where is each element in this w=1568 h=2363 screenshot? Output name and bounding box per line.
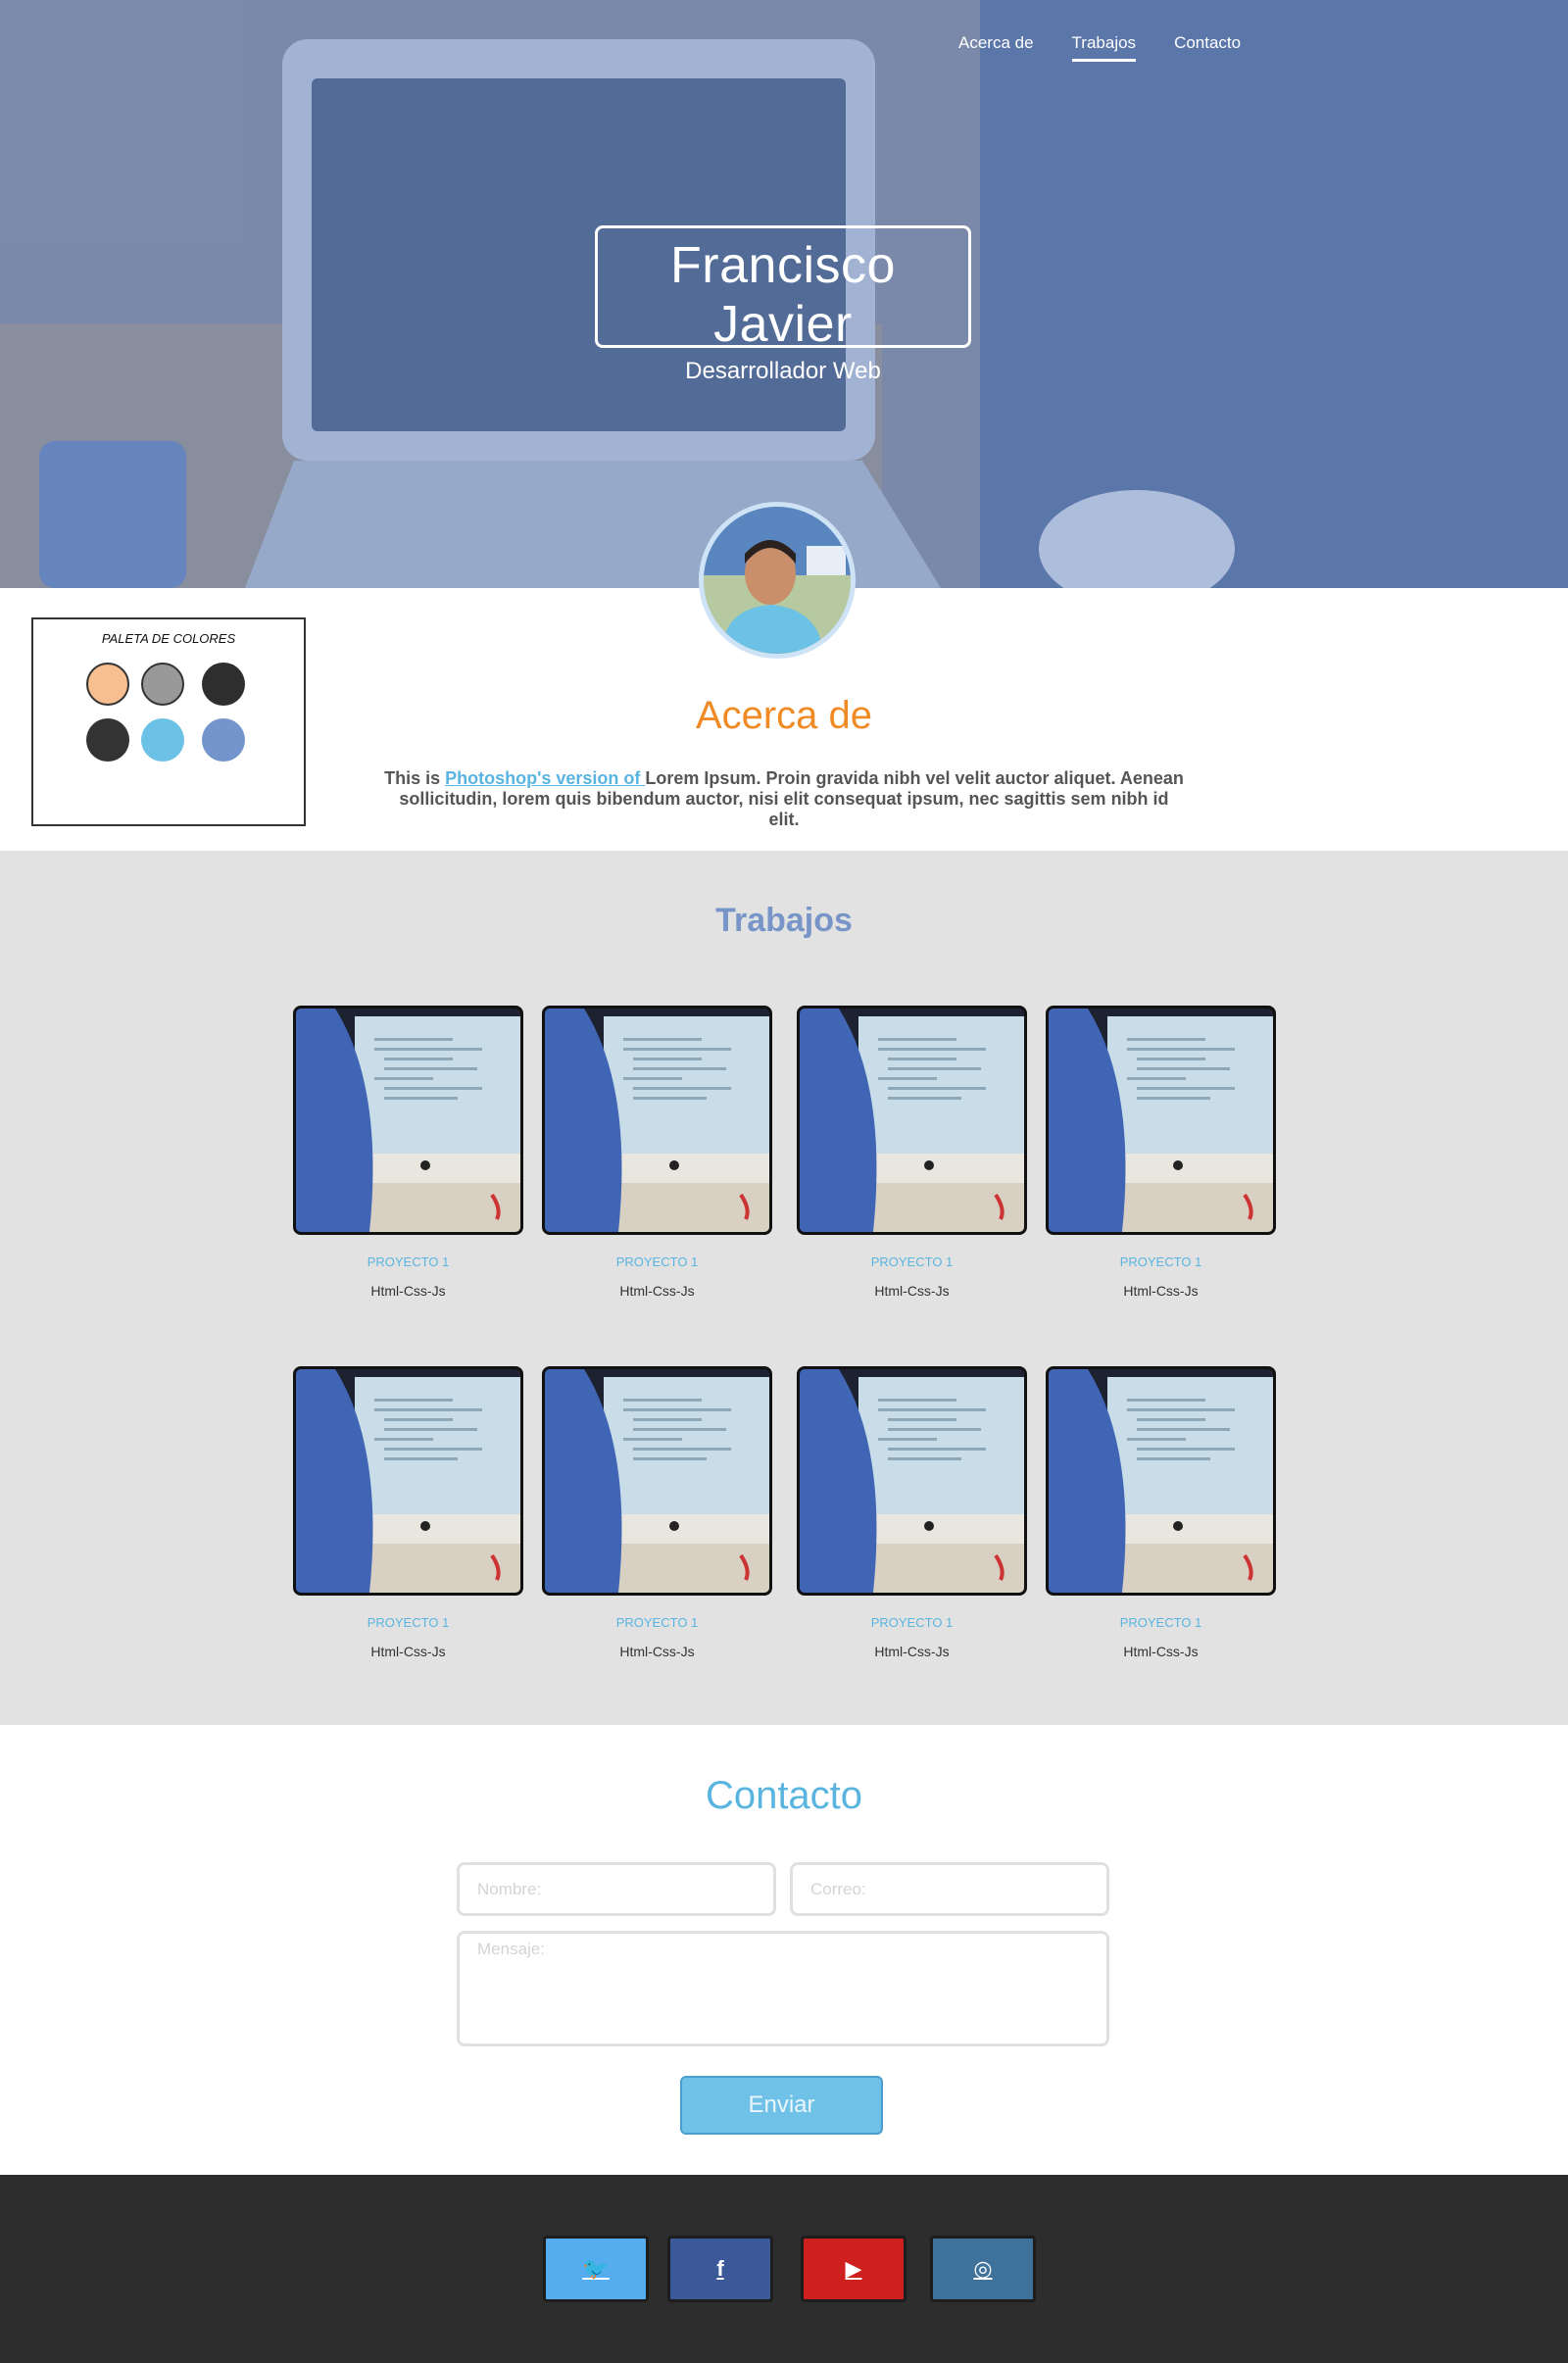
- project-title: PROYECTO 1: [615, 1615, 699, 1630]
- project-card[interactable]: PROYECTO 1 Html-Css-Js: [1046, 1006, 1276, 1299]
- project-tech: Html-Css-Js: [619, 1644, 695, 1659]
- project-thumbnail[interactable]: [293, 1366, 523, 1596]
- message-field[interactable]: [457, 1931, 1109, 2046]
- avatar: [699, 502, 856, 659]
- palette-title: PALETA DE COLORES: [101, 631, 236, 646]
- send-button[interactable]: Enviar: [680, 2076, 883, 2135]
- project-thumbnail[interactable]: [542, 1366, 772, 1596]
- project-tech: Html-Css-Js: [874, 1283, 950, 1299]
- email-field[interactable]: [790, 1862, 1109, 1916]
- nav-link-acerca[interactable]: Acerca de: [958, 33, 1034, 62]
- hero-name: Francisco Javier: [670, 237, 896, 353]
- project-card[interactable]: PROYECTO 1 Html-Css-Js: [542, 1366, 772, 1659]
- project-thumbnail[interactable]: [797, 1366, 1027, 1596]
- project-title: PROYECTO 1: [615, 1255, 699, 1269]
- work-section: Trabajos PROYECTO 1 Html-Css-Js PROYECTO 1…: [0, 851, 1568, 1725]
- project-thumbnail[interactable]: [1046, 1366, 1276, 1596]
- about-text: This is Photoshop's version of Lorem Ips…: [382, 768, 1186, 830]
- contact-section: Contacto Enviar: [0, 1725, 1568, 2175]
- name-field[interactable]: [457, 1862, 776, 1916]
- contact-title: Contacto: [705, 1774, 863, 1817]
- youtube-button[interactable]: ▶: [801, 2236, 906, 2302]
- twitter-button[interactable]: 🐦: [543, 2236, 649, 2302]
- project-thumbnail[interactable]: [1046, 1006, 1276, 1235]
- nav-link-trabajos[interactable]: Trabajos: [1071, 33, 1137, 62]
- project-tech: Html-Css-Js: [874, 1644, 950, 1659]
- project-card[interactable]: PROYECTO 1 Html-Css-Js: [542, 1006, 772, 1299]
- about-title: Acerca de: [695, 694, 873, 737]
- project-card[interactable]: PROYECTO 1 Html-Css-Js: [797, 1006, 1027, 1299]
- project-tech: Html-Css-Js: [619, 1283, 695, 1299]
- instagram-icon: ◎: [973, 2256, 993, 2281]
- project-title: PROYECTO 1: [870, 1615, 954, 1630]
- instagram-button[interactable]: ◎: [930, 2236, 1036, 2302]
- footer: 🐦 f ▶ ◎: [0, 2175, 1568, 2363]
- hero-section: Acerca de Trabajos Contacto Francisco Ja…: [0, 0, 1568, 588]
- project-thumbnail[interactable]: [542, 1006, 772, 1235]
- hero-role: Desarrollador Web: [685, 358, 881, 384]
- top-nav: Acerca de Trabajos Contacto: [958, 33, 1279, 62]
- project-tech: Html-Css-Js: [1123, 1283, 1199, 1299]
- project-card[interactable]: PROYECTO 1 Html-Css-Js: [293, 1366, 523, 1659]
- project-card[interactable]: PROYECTO 1 Html-Css-Js: [1046, 1366, 1276, 1659]
- project-title: PROYECTO 1: [870, 1255, 954, 1269]
- hero-title-box: Francisco Javier Desarrollador Web: [595, 225, 971, 384]
- project-card[interactable]: PROYECTO 1 Html-Css-Js: [797, 1366, 1027, 1659]
- project-title: PROYECTO 1: [1119, 1255, 1202, 1269]
- project-title: PROYECTO 1: [367, 1615, 450, 1630]
- nav-link-contacto[interactable]: Contacto: [1174, 33, 1241, 62]
- project-thumbnail[interactable]: [293, 1006, 523, 1235]
- project-title: PROYECTO 1: [1119, 1615, 1202, 1630]
- facebook-icon: f: [716, 2256, 724, 2281]
- youtube-icon: ▶: [845, 2256, 862, 2281]
- twitter-icon: 🐦: [582, 2256, 610, 2281]
- work-title: Trabajos: [715, 902, 853, 939]
- project-tech: Html-Css-Js: [370, 1644, 446, 1659]
- about-text-before: This is: [384, 768, 446, 788]
- project-card[interactable]: PROYECTO 1 Html-Css-Js: [293, 1006, 523, 1299]
- project-title: PROYECTO 1: [367, 1255, 450, 1269]
- avatar-photo: [704, 507, 851, 654]
- project-tech: Html-Css-Js: [370, 1283, 446, 1299]
- project-thumbnail[interactable]: [797, 1006, 1027, 1235]
- project-tech: Html-Css-Js: [1123, 1644, 1199, 1659]
- photoshop-link[interactable]: Photoshop's version of: [445, 768, 645, 788]
- facebook-button[interactable]: f: [667, 2236, 773, 2302]
